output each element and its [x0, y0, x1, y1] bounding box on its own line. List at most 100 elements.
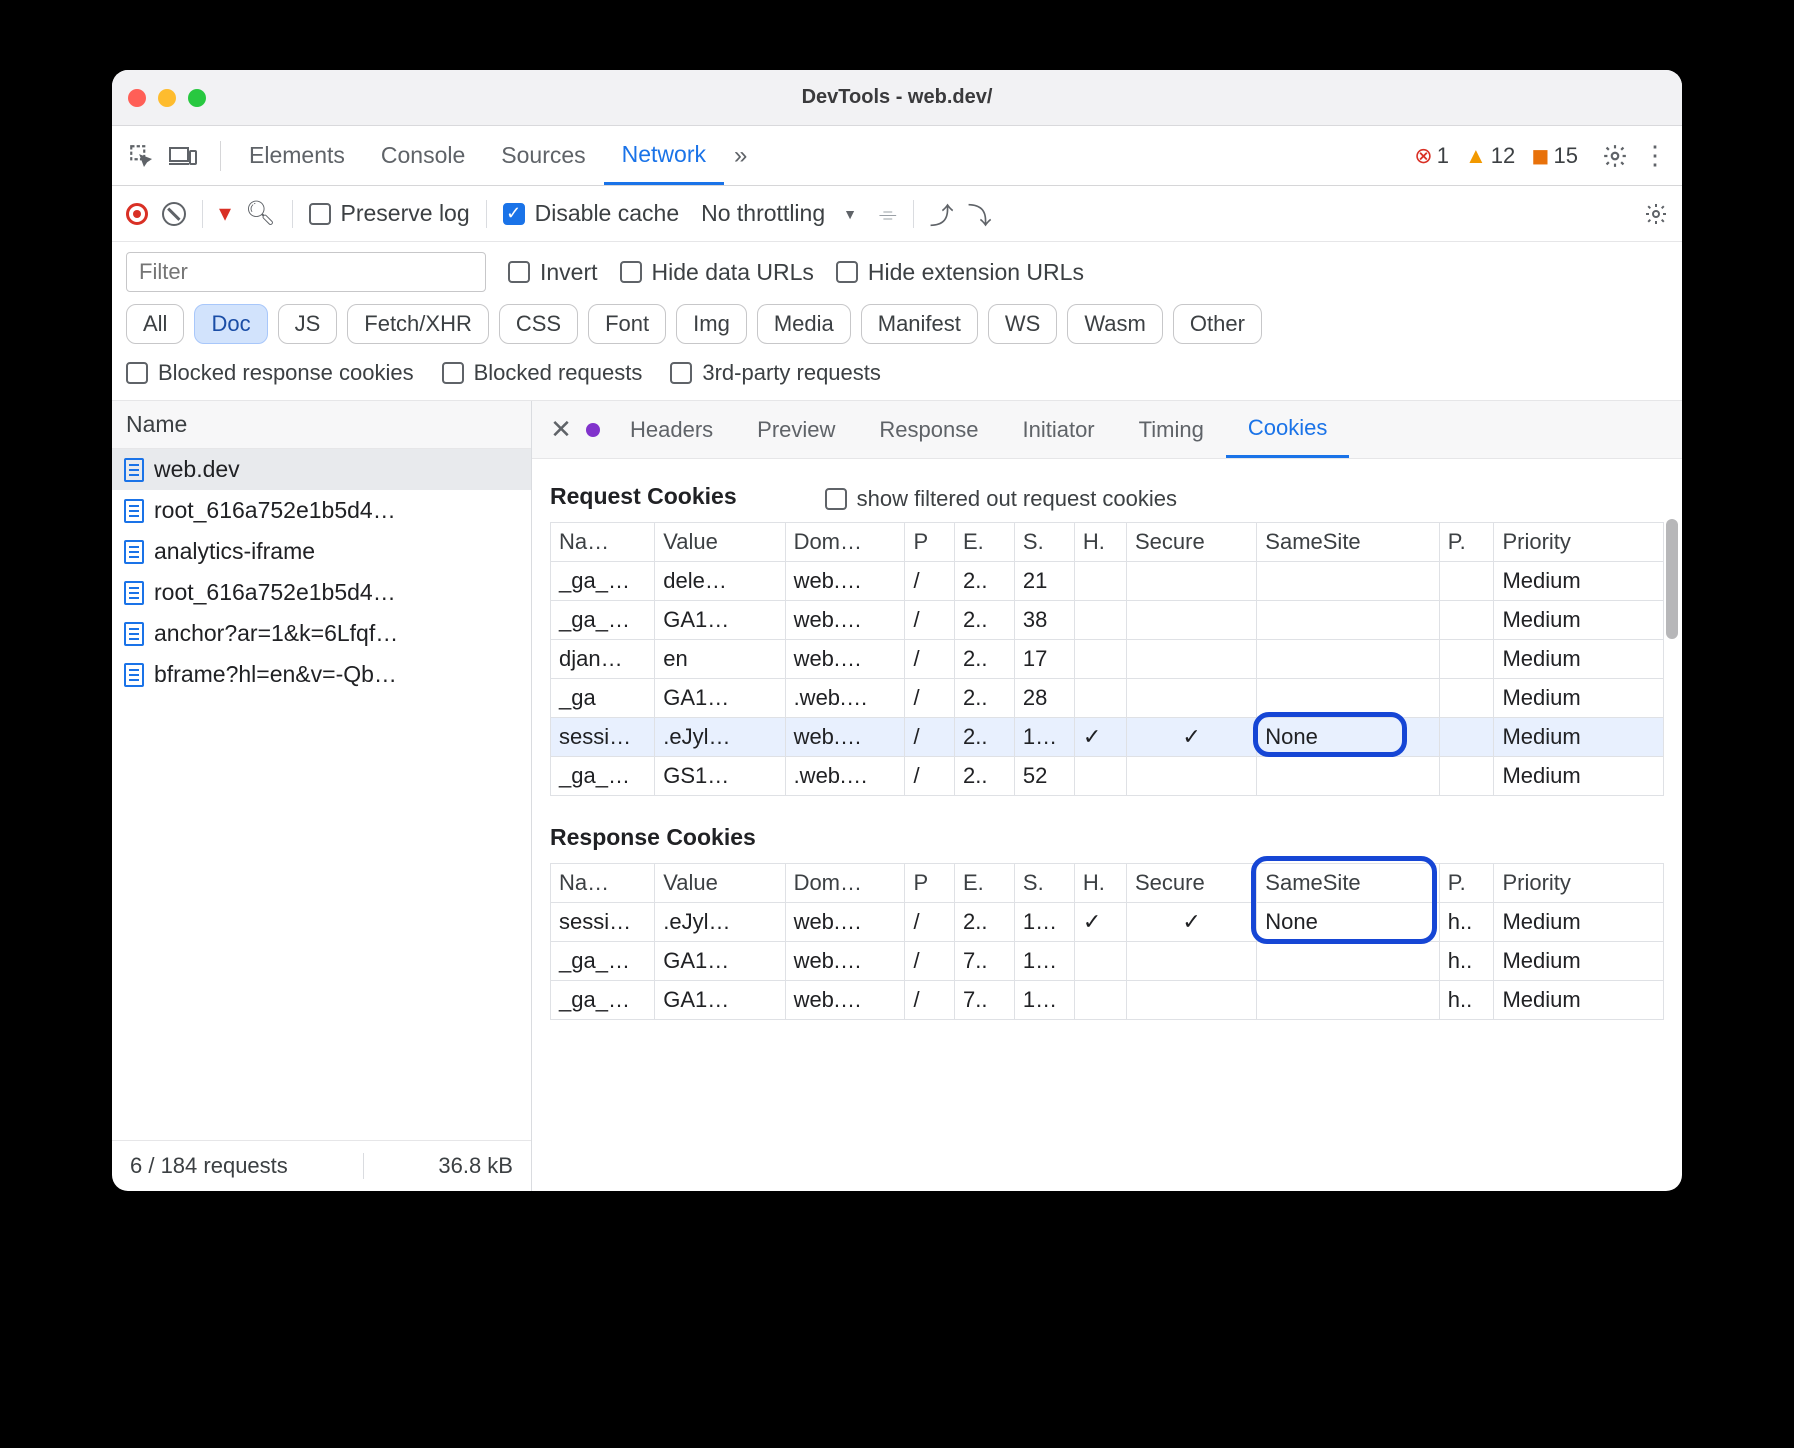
- warning-count: 12: [1491, 143, 1515, 169]
- tab-elements[interactable]: Elements: [231, 126, 363, 185]
- invert-checkbox[interactable]: Invert: [508, 259, 598, 286]
- request-summary: 6 / 184 requests 36.8 kB: [112, 1140, 531, 1191]
- col-header[interactable]: P: [905, 864, 955, 903]
- col-header[interactable]: Secure: [1126, 523, 1256, 562]
- error-icon: ⊗: [1414, 143, 1432, 169]
- preserve-log-checkbox[interactable]: Preserve log: [309, 200, 470, 227]
- panel-tabs: ElementsConsoleSourcesNetwork: [231, 126, 724, 185]
- request-row[interactable]: root_616a752e1b5d4…: [112, 572, 531, 613]
- request-row[interactable]: root_616a752e1b5d4…: [112, 490, 531, 531]
- request-row[interactable]: bframe?hl=en&v=-Qb…: [112, 654, 531, 695]
- detail-tab-response[interactable]: Response: [857, 401, 1000, 458]
- export-har-icon[interactable]: ⤴: [930, 196, 954, 231]
- col-header[interactable]: Na…: [551, 523, 655, 562]
- request-cookies-table[interactable]: Na…ValueDom…PE.S.H.SecureSameSiteP.Prior…: [550, 522, 1664, 796]
- chip-css[interactable]: CSS: [499, 304, 578, 344]
- detail-tab-headers[interactable]: Headers: [608, 401, 735, 458]
- request-row[interactable]: web.dev: [112, 449, 531, 490]
- col-header[interactable]: SameSite: [1257, 864, 1439, 903]
- window-title: DevTools - web.dev/: [112, 86, 1682, 109]
- col-header[interactable]: S.: [1014, 864, 1074, 903]
- cookie-row[interactable]: sessi….eJyl…web.…/2..1…✓✓Noneh..Medium: [551, 903, 1664, 942]
- cookie-row[interactable]: _ga_…GA1…web.…/2..38Medium: [551, 601, 1664, 640]
- throttling-select[interactable]: No throttling ▼: [693, 200, 865, 227]
- col-header[interactable]: Value: [655, 864, 785, 903]
- col-header[interactable]: P: [905, 523, 955, 562]
- show-filtered-checkbox[interactable]: show filtered out request cookies: [825, 486, 1177, 512]
- disable-cache-checkbox[interactable]: ✓ Disable cache: [503, 200, 679, 227]
- col-header[interactable]: S.: [1014, 523, 1074, 562]
- request-row[interactable]: anchor?ar=1&k=6Lfqf…: [112, 613, 531, 654]
- col-header[interactable]: Value: [655, 523, 785, 562]
- chip-wasm[interactable]: Wasm: [1067, 304, 1163, 344]
- detail-tab-preview[interactable]: Preview: [735, 401, 857, 458]
- col-header[interactable]: SameSite: [1257, 523, 1439, 562]
- col-header[interactable]: P.: [1439, 864, 1494, 903]
- cookie-row[interactable]: _ga_…GA1…web.…/7..1…h..Medium: [551, 981, 1664, 1020]
- col-header[interactable]: Secure: [1126, 864, 1256, 903]
- col-header[interactable]: Dom…: [785, 864, 905, 903]
- chip-js[interactable]: JS: [278, 304, 338, 344]
- initiator-dot-icon: [586, 423, 600, 437]
- detail-tab-initiator[interactable]: Initiator: [1000, 401, 1116, 458]
- device-toggle-icon[interactable]: [168, 145, 198, 167]
- settings-icon[interactable]: [1602, 143, 1628, 169]
- response-cookies-table[interactable]: Na…ValueDom…PE.S.H.SecureSameSiteP.Prior…: [550, 863, 1664, 1020]
- blocked-response-cookies-checkbox[interactable]: Blocked response cookies: [126, 360, 414, 386]
- chip-font[interactable]: Font: [588, 304, 666, 344]
- col-header[interactable]: Priority: [1494, 523, 1664, 562]
- cookie-row[interactable]: sessi….eJyl…web.…/2..1…✓✓NoneMedium: [551, 718, 1664, 757]
- network-conditions-icon[interactable]: ⌯: [879, 201, 897, 227]
- chip-img[interactable]: Img: [676, 304, 747, 344]
- request-row[interactable]: analytics-iframe: [112, 531, 531, 572]
- cookie-row[interactable]: _gaGA1….web.…/2..28Medium: [551, 679, 1664, 718]
- col-header[interactable]: H.: [1074, 864, 1126, 903]
- detail-tab-timing[interactable]: Timing: [1117, 401, 1226, 458]
- close-detail-icon[interactable]: ✕: [542, 414, 580, 445]
- tab-console[interactable]: Console: [363, 126, 483, 185]
- scrollbar-thumb[interactable]: [1666, 519, 1678, 639]
- network-settings-icon[interactable]: [1644, 202, 1668, 226]
- chip-manifest[interactable]: Manifest: [861, 304, 978, 344]
- cookie-row[interactable]: _ga_…dele…web.…/2..21Medium: [551, 562, 1664, 601]
- chip-doc[interactable]: Doc: [194, 304, 267, 344]
- response-cookies-title: Response Cookies: [550, 824, 1664, 851]
- tab-sources[interactable]: Sources: [483, 126, 603, 185]
- request-list: Name web.devroot_616a752e1b5d4…analytics…: [112, 401, 532, 1191]
- col-header[interactable]: P.: [1439, 523, 1494, 562]
- chip-media[interactable]: Media: [757, 304, 851, 344]
- col-header[interactable]: E.: [954, 864, 1014, 903]
- request-list-header: Name: [112, 401, 531, 449]
- hide-extension-urls-checkbox[interactable]: Hide extension URLs: [836, 259, 1084, 286]
- blocked-requests-checkbox[interactable]: Blocked requests: [442, 360, 643, 386]
- status-counts[interactable]: ⊗1 ▲12 ◼15: [1414, 143, 1588, 169]
- record-icon[interactable]: [126, 203, 148, 225]
- chip-ws[interactable]: WS: [988, 304, 1057, 344]
- kebab-menu-icon[interactable]: ⋮: [1642, 140, 1668, 171]
- cookie-row[interactable]: _ga_…GA1…web.…/7..1…h..Medium: [551, 942, 1664, 981]
- clear-icon[interactable]: [162, 202, 186, 226]
- col-header[interactable]: H.: [1074, 523, 1126, 562]
- tab-network[interactable]: Network: [604, 126, 724, 185]
- col-header[interactable]: Priority: [1494, 864, 1664, 903]
- hide-data-urls-checkbox[interactable]: Hide data URLs: [620, 259, 814, 286]
- col-header[interactable]: Na…: [551, 864, 655, 903]
- filter-bar: Invert Hide data URLs Hide extension URL…: [112, 242, 1682, 300]
- col-header[interactable]: E.: [954, 523, 1014, 562]
- cookie-row[interactable]: _ga_…GS1….web.…/2..52Medium: [551, 757, 1664, 796]
- detail-tab-cookies[interactable]: Cookies: [1226, 401, 1349, 458]
- request-cookies-title: Request Cookies: [550, 483, 737, 510]
- filter-input[interactable]: [126, 252, 486, 292]
- cookie-row[interactable]: djan…enweb.…/2..17Medium: [551, 640, 1664, 679]
- search-icon[interactable]: 🔍︎: [245, 199, 275, 228]
- chip-all[interactable]: All: [126, 304, 184, 344]
- third-party-requests-checkbox[interactable]: 3rd-party requests: [670, 360, 881, 386]
- more-panels-icon[interactable]: »: [724, 142, 757, 170]
- filter-toggle-icon[interactable]: ▾: [219, 199, 231, 228]
- inspect-icon[interactable]: [126, 143, 156, 169]
- titlebar: DevTools - web.dev/: [112, 70, 1682, 126]
- import-har-icon[interactable]: ⤵: [968, 196, 992, 231]
- chip-other[interactable]: Other: [1173, 304, 1262, 344]
- chip-fetchxhr[interactable]: Fetch/XHR: [347, 304, 489, 344]
- col-header[interactable]: Dom…: [785, 523, 905, 562]
